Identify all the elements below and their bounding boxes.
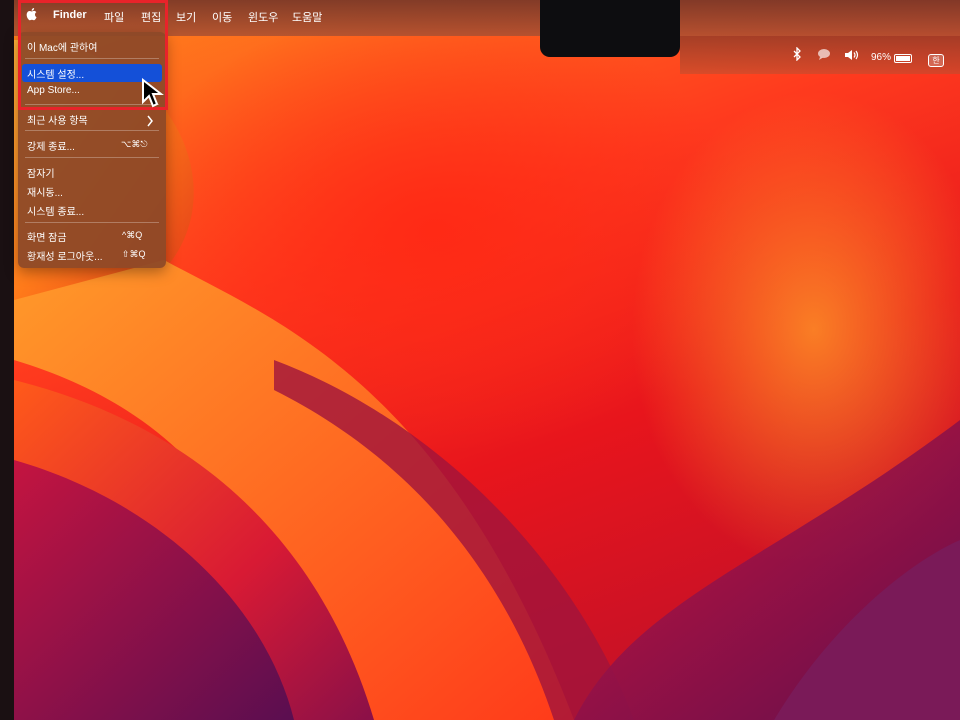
menu-item-restart[interactable]: 재시동... <box>27 184 63 199</box>
menu-window[interactable]: 윈도우 <box>248 9 278 25</box>
volume-icon[interactable] <box>844 49 860 61</box>
menu-view[interactable]: 보기 <box>176 9 196 25</box>
menu-help[interactable]: 도움말 <box>292 9 322 25</box>
input-source-indicator[interactable]: 한 <box>928 54 944 67</box>
chevron-right-icon <box>147 115 153 127</box>
camera-notch <box>540 0 680 57</box>
log-out-shortcut: ⇧⌘Q <box>122 249 146 259</box>
menu-item-lock-screen[interactable]: 화면 잠금 <box>27 229 67 244</box>
menu-separator <box>25 157 159 158</box>
menu-go[interactable]: 이동 <box>212 9 232 25</box>
force-quit-shortcut: ⌥⌘⎋ <box>121 139 148 149</box>
menu-separator <box>25 130 159 131</box>
battery-percent: 96% <box>871 52 892 63</box>
menu-item-log-out[interactable]: 황재성 로그아웃... <box>27 248 103 263</box>
bluetooth-icon[interactable] <box>792 47 802 61</box>
menu-separator <box>25 222 159 223</box>
menu-item-recent-items[interactable]: 최근 사용 항목 <box>27 112 88 127</box>
mouse-pointer-icon <box>142 78 164 108</box>
battery-icon[interactable] <box>894 54 912 63</box>
messages-icon[interactable] <box>817 48 831 60</box>
lock-screen-shortcut: ^⌘Q <box>122 230 143 240</box>
menu-item-force-quit[interactable]: 강제 종료... <box>27 138 75 153</box>
menu-item-shut-down[interactable]: 시스템 종료... <box>27 203 84 218</box>
menu-item-sleep[interactable]: 잠자기 <box>27 165 55 180</box>
